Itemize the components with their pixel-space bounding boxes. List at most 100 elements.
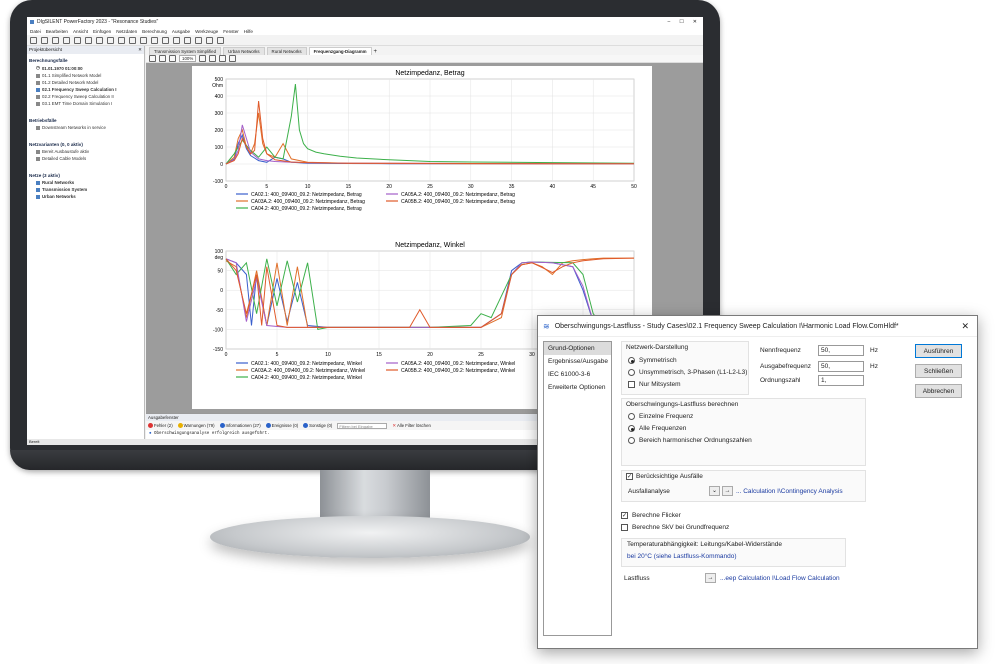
study-case-icon bbox=[36, 73, 40, 78]
nominal-frequency-input[interactable]: 50, bbox=[818, 345, 864, 356]
tab-rural[interactable]: Rural Networks bbox=[266, 47, 307, 55]
filter-errors-button[interactable]: Fehler (2) bbox=[148, 423, 173, 428]
tab-transmission[interactable]: Transmission System Simplified bbox=[149, 47, 222, 55]
toolbar-help-icon[interactable] bbox=[217, 36, 224, 44]
sidebar-group-title[interactable]: Netzvarianten (0, 0 aktiv) bbox=[27, 141, 144, 148]
chart-ytick-label: 300 bbox=[215, 111, 224, 117]
filter-info-button[interactable]: Informationen (27) bbox=[219, 423, 261, 428]
minimize-icon[interactable]: – bbox=[668, 19, 671, 25]
plot-cursor-icon[interactable] bbox=[199, 55, 207, 62]
plot-select-icon[interactable] bbox=[149, 55, 156, 62]
flicker-checkbox[interactable]: ✓ bbox=[621, 512, 628, 519]
toolbar-calc-icon[interactable] bbox=[107, 36, 114, 44]
dialog-close-icon[interactable]: ✕ bbox=[961, 321, 977, 332]
plot-export-icon[interactable] bbox=[219, 55, 227, 62]
contingency-dropdown-button[interactable]: ⌄ bbox=[709, 486, 720, 496]
filter-warnings-button[interactable]: Warnungen (79) bbox=[177, 423, 215, 428]
toolbar-table-icon[interactable] bbox=[140, 36, 147, 44]
plot-pan-icon[interactable] bbox=[169, 55, 176, 62]
cancel-button[interactable]: Abbrechen bbox=[915, 384, 962, 398]
nav-results-output[interactable]: Ergebnisse/Ausgabe bbox=[544, 355, 611, 368]
menu-datei[interactable]: Datei bbox=[30, 29, 41, 34]
contingency-jump-button[interactable]: → bbox=[722, 486, 733, 496]
sidebar-item-network[interactable]: Rural Networks bbox=[27, 179, 144, 186]
load-flow-jump-button[interactable]: → bbox=[705, 573, 716, 583]
study-case-icon bbox=[36, 87, 40, 92]
sidebar-item-scenario[interactable]: Downstream Networks in service bbox=[27, 124, 144, 131]
radio-all-frequencies[interactable] bbox=[628, 425, 635, 432]
sidebar-item-variation[interactable]: Bereit Ausbaustufe aktiv bbox=[27, 148, 144, 155]
toolbar-network-icon[interactable] bbox=[96, 36, 103, 44]
plot-zoom-icon[interactable] bbox=[159, 55, 166, 62]
toolbar-clock-icon[interactable] bbox=[74, 36, 81, 44]
filter-events-button[interactable]: Ereignisse (0) bbox=[265, 423, 298, 428]
sidebar-item-study-case[interactable]: 02.2 Frequency Sweep Calculation II bbox=[27, 93, 144, 100]
load-flow-link[interactable]: ...eep Calculation I\Load Flow Calculati… bbox=[720, 575, 840, 582]
contingency-analysis-label: Ausfallanalyse bbox=[628, 488, 670, 495]
maximize-icon[interactable]: ☐ bbox=[679, 19, 683, 25]
toolbar-chart-icon[interactable] bbox=[129, 36, 136, 44]
menu-einfuegen[interactable]: Einfügen bbox=[93, 29, 111, 34]
toolbar-grid-icon[interactable] bbox=[52, 36, 59, 44]
toolbar-new-icon[interactable] bbox=[30, 36, 37, 44]
harmonic-order-input[interactable]: 1, bbox=[818, 375, 864, 386]
zoom-level[interactable]: 100% bbox=[179, 55, 197, 62]
filter-other-button[interactable]: Sonstige (0) bbox=[303, 423, 332, 428]
toolbar-report-icon[interactable] bbox=[151, 36, 158, 44]
radio-unsymmetric[interactable] bbox=[628, 369, 635, 376]
chart-ytick-label: -100 bbox=[213, 179, 223, 185]
radio-symmetric[interactable] bbox=[628, 357, 635, 364]
sidebar-group-title[interactable]: Netze (3 aktiv) bbox=[27, 172, 144, 179]
sidebar-item-study-case[interactable]: 01.2 Detailed Network Model bbox=[27, 79, 144, 86]
nav-iec[interactable]: IEC 61000-3-6 bbox=[544, 368, 611, 381]
execute-button[interactable]: Ausführen bbox=[915, 344, 962, 358]
sidebar-group-title[interactable]: Betriebsfälle bbox=[27, 117, 144, 124]
menu-ausgabe[interactable]: Ausgabe bbox=[172, 29, 190, 34]
sidebar-item-network[interactable]: Transmission System bbox=[27, 186, 144, 193]
menu-ansicht[interactable]: Ansicht bbox=[73, 29, 88, 34]
close-icon[interactable]: ✕ bbox=[693, 19, 697, 25]
radio-single-frequency[interactable] bbox=[628, 413, 635, 420]
tab-urban[interactable]: Urban Networks bbox=[223, 47, 265, 55]
sidebar-item-study-case-active[interactable]: 02.1 Frequency Sweep Calculation I bbox=[27, 86, 144, 93]
nav-advanced-options[interactable]: Erweiterte Optionen bbox=[544, 381, 611, 394]
clear-filter-icon: ✕ bbox=[392, 422, 396, 428]
filter-input[interactable]: Filtern bei Eingabe bbox=[337, 422, 388, 429]
menu-werkzeuge[interactable]: Werkzeuge bbox=[195, 29, 218, 34]
tab-frequency-diagram[interactable]: Frequenzgang-Diagramm bbox=[308, 47, 372, 55]
menu-berechnung[interactable]: Berechnung bbox=[142, 29, 167, 34]
sidebar-item-variation[interactable]: Detailed Cable Models bbox=[27, 155, 144, 162]
output-frequency-input[interactable]: 50, bbox=[818, 361, 864, 372]
plot-label-icon[interactable] bbox=[209, 55, 217, 62]
contingency-analysis-link[interactable]: ... Calculation I\Contingency Analysis bbox=[736, 488, 843, 495]
toolbar-location-icon[interactable] bbox=[118, 36, 125, 44]
sidebar-item-network[interactable]: Urban Networks bbox=[27, 193, 144, 200]
sidebar-item-timestamp[interactable]: ◷ 01.01.1970 01:00:00 bbox=[27, 64, 144, 72]
radio-order-range[interactable] bbox=[628, 437, 635, 444]
positive-sequence-checkbox[interactable] bbox=[628, 381, 635, 388]
sidebar-item-study-case[interactable]: 01.1 Simplified Network Model bbox=[27, 72, 144, 79]
menu-fenster[interactable]: Fenster bbox=[223, 29, 239, 34]
toolbar-record-icon[interactable] bbox=[173, 36, 180, 44]
toolbar-export-icon[interactable] bbox=[206, 36, 213, 44]
menu-hilfe[interactable]: Hilfe bbox=[244, 29, 253, 34]
toolbar-target-icon[interactable] bbox=[85, 36, 92, 44]
toolbar-filter-icon[interactable] bbox=[184, 36, 191, 44]
add-tab-icon[interactable]: + bbox=[374, 49, 378, 55]
menu-bearbeiten[interactable]: Bearbeiten bbox=[46, 29, 68, 34]
sidebar-group-title[interactable]: Berechnungsfälle bbox=[27, 57, 144, 64]
toolbar-open-icon[interactable] bbox=[41, 36, 48, 44]
plot-print-icon[interactable] bbox=[229, 55, 237, 62]
contingency-label: Berücksichtige Ausfälle bbox=[636, 473, 703, 480]
toolbar-settings-icon[interactable] bbox=[63, 36, 70, 44]
toolbar-stop-icon[interactable] bbox=[162, 36, 169, 44]
panel-close-icon[interactable]: ✕ bbox=[138, 46, 144, 54]
menu-netzdaten[interactable]: Netzdaten bbox=[116, 29, 137, 34]
toolbar-harmonic-icon[interactable] bbox=[195, 36, 202, 44]
nav-basic-options[interactable]: Grund-Optionen bbox=[544, 342, 611, 355]
sidebar-item-study-case[interactable]: 03.1 EMT Time Domain Simulation I bbox=[27, 100, 144, 107]
close-button[interactable]: Schließen bbox=[915, 364, 962, 378]
clear-filters-button[interactable]: ✕ Alle Filter löschen bbox=[392, 423, 431, 429]
contingency-checkbox[interactable]: ✓ bbox=[626, 473, 633, 480]
skv-checkbox[interactable] bbox=[621, 524, 628, 531]
